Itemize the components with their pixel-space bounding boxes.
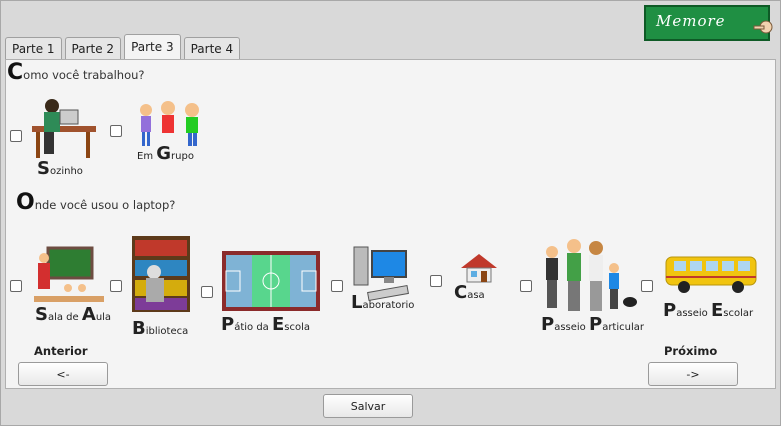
label-passeio-particular: Passeio Particular [541, 314, 644, 335]
next-button[interactable]: -> [648, 362, 738, 386]
classroom-icon [34, 246, 104, 302]
next-label: Próximo [664, 344, 718, 358]
checkbox-patio-da-escola[interactable] [201, 286, 213, 298]
checkbox-sozinho[interactable] [10, 130, 22, 142]
logo-text: Memore [656, 12, 726, 30]
save-button[interactable]: Salvar [323, 394, 413, 418]
family-icon [546, 239, 637, 311]
tab-parte-4[interactable]: Parte 4 [183, 37, 241, 60]
tab-parte-3[interactable]: Parte 3 [124, 34, 181, 61]
tab-parte-1[interactable]: Parte 1 [5, 37, 62, 60]
library-icon [132, 236, 190, 312]
label-biblioteca: Biblioteca [132, 318, 189, 339]
label-em-grupo: Em Grupo [137, 143, 194, 164]
court-icon [222, 251, 320, 311]
tab-panel: Como você trabalhou? Sozinho Em Grupo On… [5, 59, 776, 389]
tab-parte-2[interactable]: Parte 2 [64, 37, 122, 60]
pointing-hand-icon [753, 20, 773, 34]
label-sozinho: Sozinho [37, 158, 83, 179]
checkbox-passeio-particular[interactable] [520, 280, 532, 292]
question-work-mode: Como você trabalhou? [7, 60, 145, 85]
checkbox-passeio-escolar[interactable] [641, 280, 653, 292]
school-bus-icon [665, 256, 757, 293]
checkbox-casa[interactable] [430, 275, 442, 287]
checkbox-laboratorio[interactable] [331, 280, 343, 292]
previous-label: Anterior [34, 344, 88, 358]
checkbox-em-grupo[interactable] [110, 125, 122, 137]
label-laboratorio: Laboratorio [351, 292, 415, 313]
label-passeio-escolar: Passeio Escolar [663, 300, 754, 321]
group-of-kids-icon [140, 101, 199, 146]
checkbox-biblioteca[interactable] [110, 280, 122, 292]
tab-bar: Parte 1 Parte 2 Parte 3 Parte 4 [5, 34, 241, 61]
label-casa: Casa [454, 282, 485, 303]
label-sala-de-aula: Sala de Aula [35, 304, 112, 325]
memore-logo: Memore [644, 5, 773, 41]
previous-button[interactable]: <- [18, 362, 108, 386]
person-at-desk-icon [32, 99, 96, 158]
question-laptop-location: Onde você usou o laptop? [16, 190, 176, 215]
label-patio-da-escola: Pátio da Escola [221, 314, 311, 335]
app-window: Memore Parte 1 Parte 2 Parte 3 Parte 4 C… [0, 0, 781, 426]
house-icon [461, 254, 497, 283]
checkbox-sala-de-aula[interactable] [10, 280, 22, 292]
